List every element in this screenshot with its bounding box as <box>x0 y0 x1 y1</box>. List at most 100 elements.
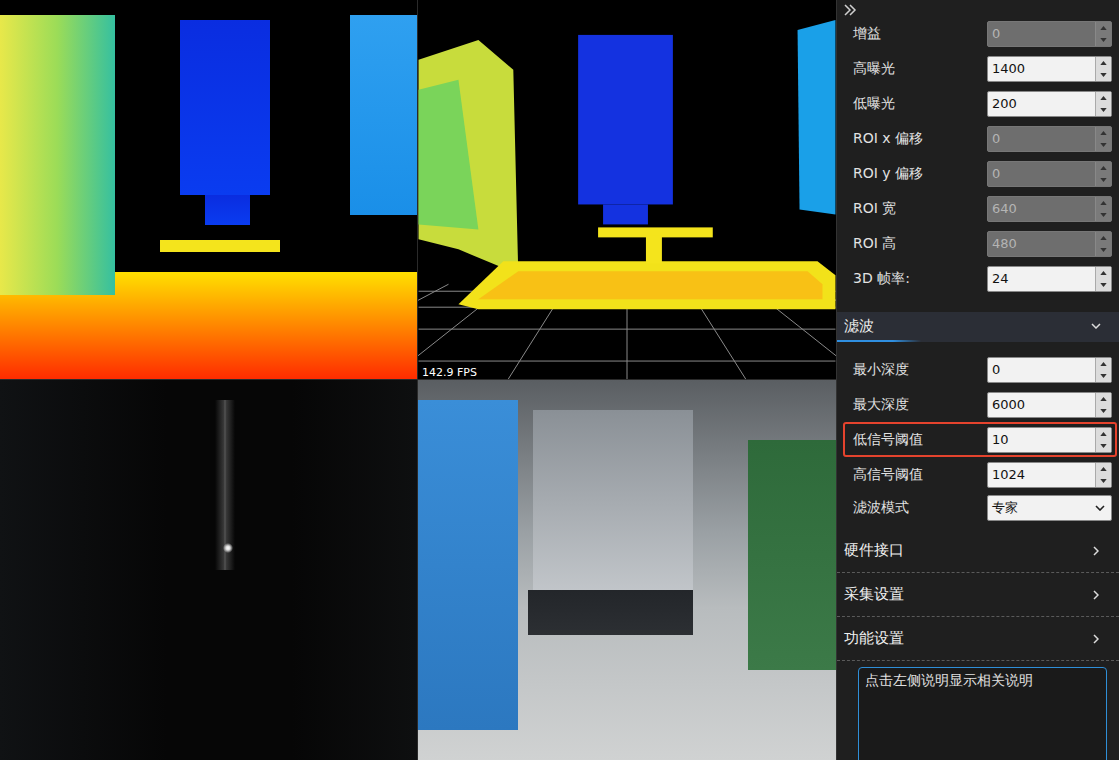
up-arrow-icon[interactable] <box>1100 131 1107 135</box>
param-label: ROI 宽 <box>853 200 987 218</box>
param-field[interactable]: 640 <box>987 196 1112 222</box>
field-value: 0 <box>988 362 1095 377</box>
field-value: 0 <box>988 26 1095 41</box>
up-arrow-icon[interactable] <box>1100 61 1107 65</box>
dropdown-arrow-icon[interactable] <box>1095 505 1105 511</box>
section-title: 硬件接口 <box>844 541 904 560</box>
down-arrow-icon[interactable] <box>1100 479 1107 483</box>
spinner[interactable] <box>1095 428 1111 452</box>
field-value: 640 <box>988 201 1095 216</box>
down-arrow-icon[interactable] <box>1100 38 1107 42</box>
section-title: 功能设置 <box>844 629 904 648</box>
point-cloud-view[interactable]: 142.9 FPS <box>418 0 836 379</box>
param-row: 3D 帧率:24 <box>843 261 1117 296</box>
param-label: ROI 高 <box>853 235 987 253</box>
chevron-icon <box>1093 590 1099 600</box>
viewer-app: 142.9 FPS增益0高曝光1400低曝光200ROI x 偏移0ROI y … <box>0 0 1119 760</box>
spinner[interactable] <box>1095 197 1111 221</box>
up-arrow-icon[interactable] <box>1100 236 1107 240</box>
spinner[interactable] <box>1095 232 1111 256</box>
filter-label: 滤波模式 <box>853 499 987 517</box>
section-title: 采集设置 <box>844 585 904 604</box>
up-arrow-icon[interactable] <box>1100 166 1107 170</box>
param-field[interactable]: 24 <box>987 266 1112 292</box>
param-label: 低曝光 <box>853 95 987 113</box>
spinner[interactable] <box>1095 162 1111 186</box>
spinner[interactable] <box>1095 22 1111 46</box>
param-field[interactable]: 0 <box>987 161 1112 187</box>
down-arrow-icon[interactable] <box>1100 73 1107 77</box>
down-arrow-icon[interactable] <box>1100 178 1107 182</box>
spinner[interactable] <box>1095 267 1111 291</box>
section-list: 硬件接口采集设置功能设置 <box>837 529 1119 661</box>
filter-section-header[interactable]: 滤波 <box>837 312 1119 342</box>
section-row[interactable]: 硬件接口 <box>837 529 1119 573</box>
field-value: 0 <box>988 166 1095 181</box>
up-arrow-icon[interactable] <box>1100 96 1107 100</box>
section-row[interactable]: 采集设置 <box>837 573 1119 617</box>
spinner[interactable] <box>1095 358 1111 382</box>
param-row: 增益0 <box>843 16 1117 51</box>
param-label: 高曝光 <box>853 60 987 78</box>
down-arrow-icon[interactable] <box>1100 108 1107 112</box>
filter-row: 滤波模式专家 <box>843 492 1117 524</box>
field-value: 24 <box>988 271 1095 286</box>
filter-label: 高信号阈值 <box>853 466 987 484</box>
param-row: ROI 宽640 <box>843 191 1117 226</box>
spinner[interactable] <box>1095 57 1111 81</box>
rgb-photo <box>418 380 836 760</box>
up-arrow-icon[interactable] <box>1100 432 1107 436</box>
param-field[interactable]: 0 <box>987 21 1112 47</box>
param-field[interactable]: 0 <box>987 126 1112 152</box>
spinner[interactable] <box>1095 463 1111 487</box>
description-text: 点击左侧说明显示相关说明 <box>865 672 1033 688</box>
chevron-icon <box>1093 634 1099 644</box>
filter-label: 最大深度 <box>853 396 987 414</box>
down-arrow-icon[interactable] <box>1100 283 1107 287</box>
down-arrow-icon[interactable] <box>1100 143 1107 147</box>
down-arrow-icon[interactable] <box>1100 248 1107 252</box>
spinner[interactable] <box>1095 92 1111 116</box>
param-row: ROI 高480 <box>843 226 1117 261</box>
field-value: 1400 <box>988 61 1095 76</box>
view-grid: 142.9 FPS <box>0 0 836 760</box>
description-box[interactable]: 点击左侧说明显示相关说明 <box>858 667 1107 760</box>
param-field[interactable]: 200 <box>987 91 1112 117</box>
panel-top <box>837 0 1119 16</box>
fps-label: 142.9 FPS <box>420 366 479 379</box>
field-value: 480 <box>988 236 1095 251</box>
spinner[interactable] <box>1095 393 1111 417</box>
section-row[interactable]: 功能设置 <box>837 617 1119 661</box>
field-value: 10 <box>988 432 1095 447</box>
filter-field[interactable]: 0 <box>987 357 1112 383</box>
param-field[interactable]: 1400 <box>987 56 1112 82</box>
param-field[interactable]: 480 <box>987 231 1112 257</box>
ir-view <box>0 380 417 760</box>
field-value: 0 <box>988 131 1095 146</box>
up-arrow-icon[interactable] <box>1100 26 1107 30</box>
field-value: 专家 <box>988 499 1095 517</box>
filter-row: 高信号阈值1024 <box>843 457 1117 492</box>
depth-view <box>0 0 417 379</box>
up-arrow-icon[interactable] <box>1100 201 1107 205</box>
down-arrow-icon[interactable] <box>1100 374 1107 378</box>
filter-field[interactable]: 10 <box>987 427 1112 453</box>
filter-field[interactable]: 6000 <box>987 392 1112 418</box>
down-arrow-icon[interactable] <box>1100 444 1107 448</box>
down-arrow-icon[interactable] <box>1100 409 1107 413</box>
param-row: ROI x 偏移0 <box>843 121 1117 156</box>
filter-field[interactable]: 1024 <box>987 462 1112 488</box>
param-row: 低曝光200 <box>843 86 1117 121</box>
spinner[interactable] <box>1095 127 1111 151</box>
up-arrow-icon[interactable] <box>1100 271 1107 275</box>
settings-panel: 增益0高曝光1400低曝光200ROI x 偏移0ROI y 偏移0ROI 宽6… <box>836 0 1119 760</box>
down-arrow-icon[interactable] <box>1100 213 1107 217</box>
param-label: ROI y 偏移 <box>853 165 987 183</box>
filter-row: 低信号阈值10 <box>843 422 1117 457</box>
double-chevron-icon[interactable] <box>843 4 857 16</box>
up-arrow-icon[interactable] <box>1100 467 1107 471</box>
filter-field[interactable]: 专家 <box>987 495 1112 521</box>
up-arrow-icon[interactable] <box>1100 397 1107 401</box>
up-arrow-icon[interactable] <box>1100 362 1107 366</box>
field-value: 200 <box>988 96 1095 111</box>
